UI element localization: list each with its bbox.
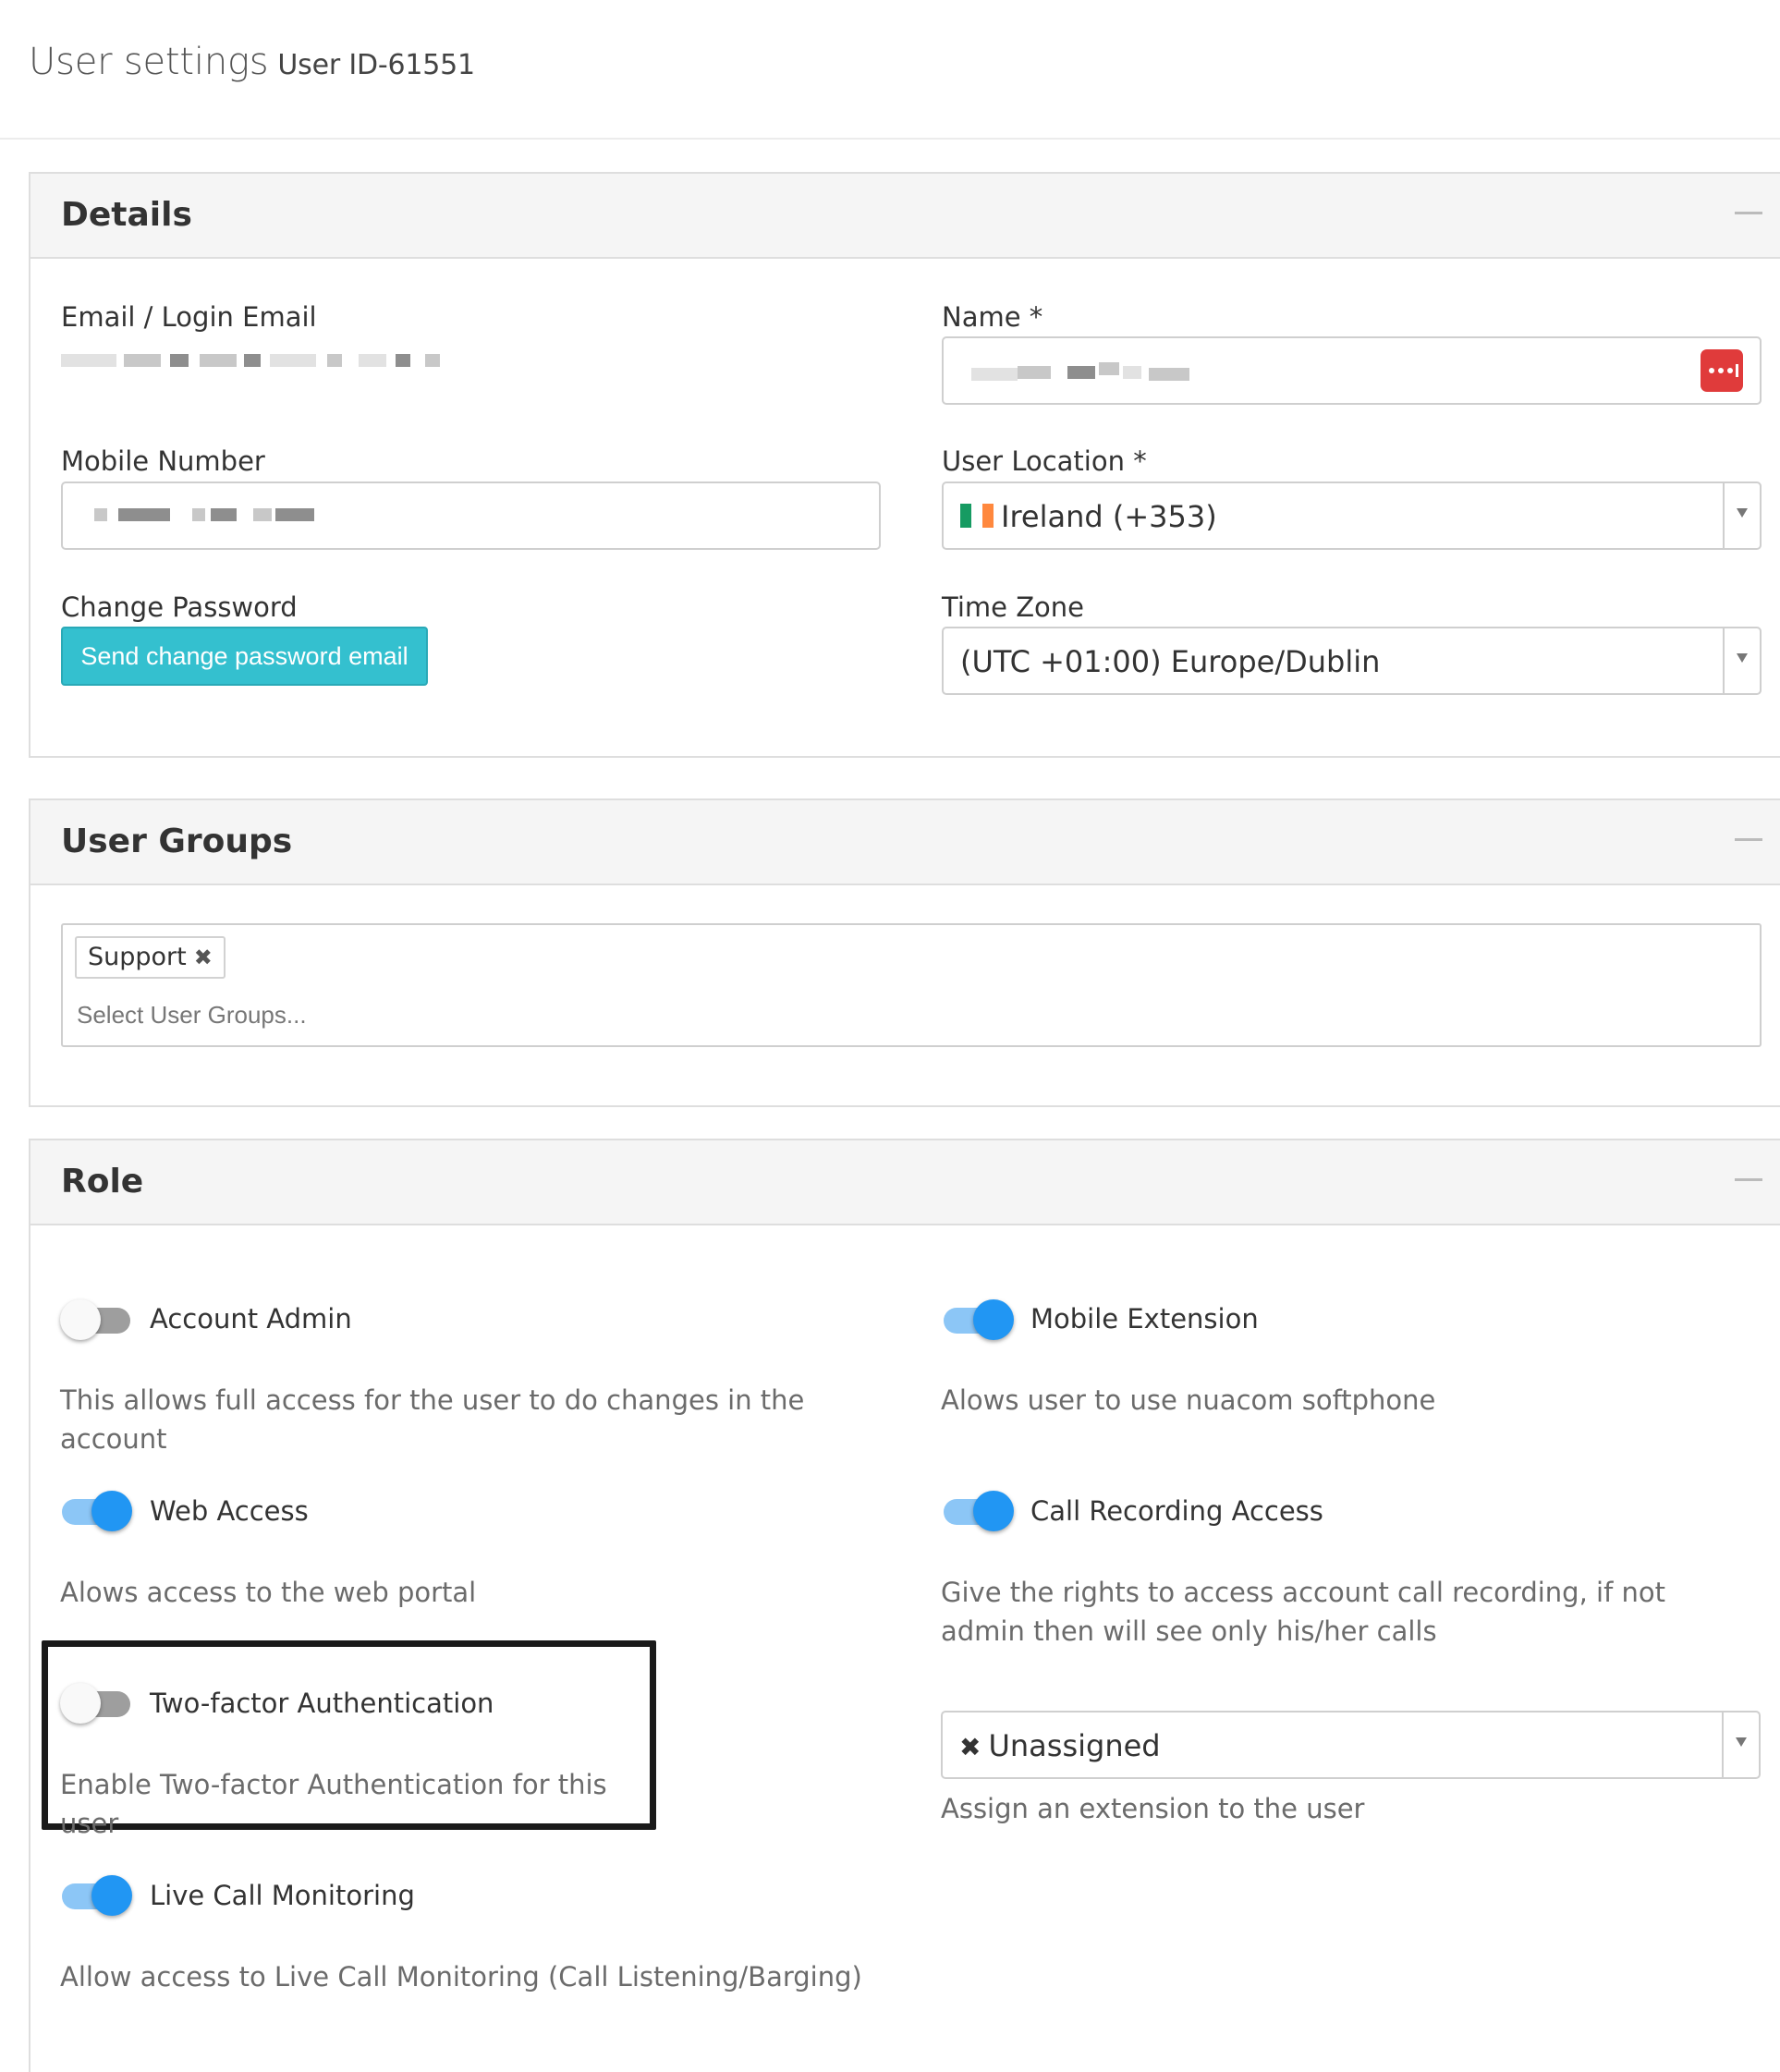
tag-label: Support xyxy=(88,943,187,971)
two-factor-label: Two-factor Authentication xyxy=(150,1688,494,1719)
ireland-flag-icon xyxy=(960,504,994,528)
account-admin-label: Account Admin xyxy=(150,1303,352,1335)
user-groups-panel: User Groups Support ✖ Select User Groups.… xyxy=(29,798,1780,1107)
web-access-description: Alows access to the web portal xyxy=(60,1577,477,1608)
mobile-input[interactable] xyxy=(61,481,881,550)
name-input[interactable] xyxy=(942,336,1762,405)
email-label: Email / Login Email xyxy=(61,301,317,333)
chevron-down-icon xyxy=(1737,508,1748,518)
name-label: Name * xyxy=(942,301,1043,333)
collapse-icon[interactable] xyxy=(1735,212,1762,214)
mobile-extension-label: Mobile Extension xyxy=(1030,1303,1259,1335)
clear-icon[interactable]: ✖ xyxy=(959,1732,981,1762)
timezone-dropdown-toggle[interactable] xyxy=(1723,628,1760,693)
timezone-label: Time Zone xyxy=(942,591,1085,623)
page-subtitle: User ID-61551 xyxy=(277,49,475,81)
extension-value: ✖ Unassigned xyxy=(959,1728,1161,1763)
call-recording-toggle[interactable] xyxy=(942,1491,1014,1531)
password-manager-icon[interactable] xyxy=(1701,349,1743,392)
role-panel-title: Role xyxy=(61,1163,144,1201)
location-select[interactable]: Ireland (+353) xyxy=(942,481,1762,550)
mobile-extension-toggle[interactable] xyxy=(942,1299,1014,1340)
two-factor-toggle[interactable] xyxy=(60,1683,132,1724)
user-groups-panel-title: User Groups xyxy=(61,823,293,860)
web-access-toggle[interactable] xyxy=(60,1491,132,1531)
location-label: User Location * xyxy=(942,445,1147,477)
remove-tag-icon[interactable]: ✖ xyxy=(194,945,213,970)
timezone-value: (UTC +01:00) Europe/Dublin xyxy=(960,644,1381,679)
user-groups-panel-header: User Groups xyxy=(30,800,1780,885)
send-password-email-button[interactable]: Send change password email xyxy=(61,627,428,686)
chevron-down-icon xyxy=(1737,653,1748,663)
location-value: Ireland (+353) xyxy=(1001,499,1217,534)
details-panel: Details Email / Login Email Name * Mobil… xyxy=(29,172,1780,758)
user-groups-multiselect[interactable]: Support ✖ Select User Groups... xyxy=(61,923,1762,1047)
tag-support: Support ✖ xyxy=(75,936,226,979)
details-panel-header: Details xyxy=(30,174,1780,259)
web-access-label: Web Access xyxy=(150,1495,309,1527)
live-call-monitoring-description: Allow access to Live Call Monitoring (Ca… xyxy=(60,1961,862,1993)
timezone-select[interactable]: (UTC +01:00) Europe/Dublin xyxy=(942,627,1762,695)
extension-description: Assign an extension to the user xyxy=(941,1793,1365,1824)
extension-value-text: Unassigned xyxy=(988,1728,1161,1763)
collapse-icon[interactable] xyxy=(1735,1178,1762,1181)
collapse-icon[interactable] xyxy=(1735,838,1762,841)
page-title: User settings User ID-61551 xyxy=(29,41,475,83)
account-admin-toggle[interactable] xyxy=(60,1299,132,1340)
extension-select[interactable]: ✖ Unassigned xyxy=(941,1711,1761,1779)
mobile-label: Mobile Number xyxy=(61,445,265,477)
two-factor-description: Enable Two-factor Authentication for thi… xyxy=(60,1769,607,1839)
live-call-monitoring-label: Live Call Monitoring xyxy=(150,1880,415,1911)
mobile-extension-description: Alows user to use nuacom softphone xyxy=(941,1384,1436,1416)
chevron-down-icon xyxy=(1736,1737,1747,1747)
page-header: User settings User ID-61551 xyxy=(0,0,1780,140)
password-label: Change Password xyxy=(61,591,298,623)
role-panel-header: Role xyxy=(30,1140,1780,1225)
user-groups-search-input[interactable]: Select User Groups... xyxy=(77,1001,307,1030)
details-panel-title: Details xyxy=(61,196,192,234)
live-call-monitoring-toggle[interactable] xyxy=(60,1875,132,1916)
call-recording-label: Call Recording Access xyxy=(1030,1495,1323,1527)
account-admin-description: This allows full access for the user to … xyxy=(60,1384,805,1455)
email-value xyxy=(61,354,449,372)
extension-dropdown-toggle[interactable] xyxy=(1722,1712,1759,1777)
call-recording-description: Give the rights to access account call r… xyxy=(941,1577,1665,1647)
page-title-text: User settings xyxy=(29,41,269,83)
location-dropdown-toggle[interactable] xyxy=(1723,483,1760,548)
